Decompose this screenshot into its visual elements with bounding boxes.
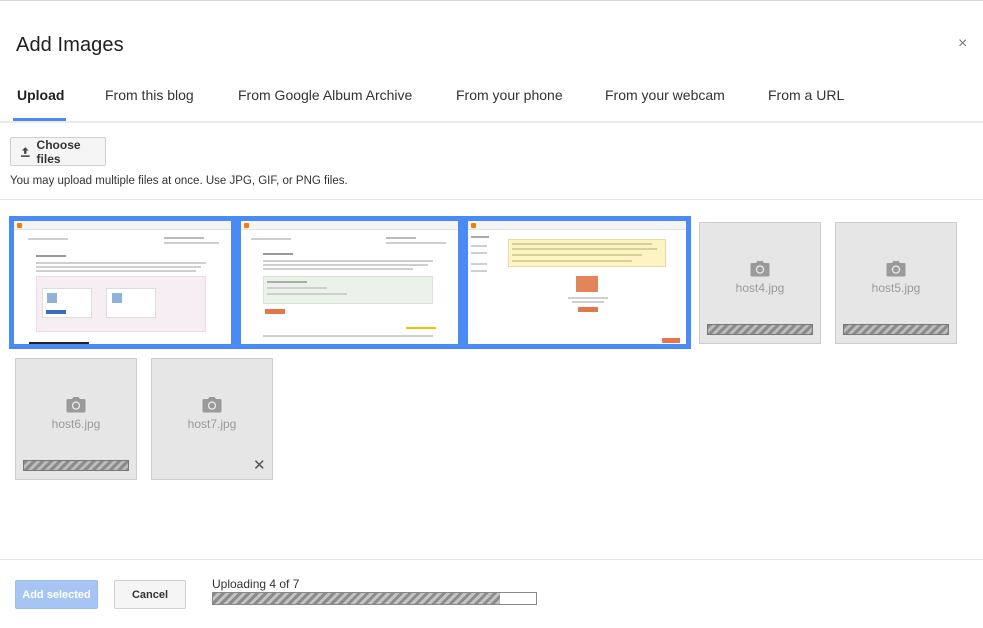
camera-icon: [886, 261, 906, 277]
image-filename: host7.jpg: [187, 417, 237, 431]
remove-icon[interactable]: ✕: [253, 458, 266, 473]
tabs-divider: [0, 121, 983, 123]
tab-from-your-webcam[interactable]: From your webcam: [605, 87, 725, 103]
image-filename: host6.jpg: [51, 417, 101, 431]
cancel-button[interactable]: Cancel: [114, 580, 186, 609]
add-selected-button[interactable]: Add selected: [15, 580, 98, 609]
image-thumbnail-3[interactable]: [463, 216, 691, 349]
choose-files-label: Choose files: [36, 137, 81, 166]
upload-progress-fill: [213, 593, 501, 604]
screenshot-preview: [241, 221, 458, 344]
camera-icon: [202, 397, 222, 413]
tile-progress-bar: [23, 460, 129, 471]
image-tile-host5[interactable]: host5.jpg: [835, 222, 957, 344]
close-icon[interactable]: ×: [958, 36, 967, 52]
tab-from-google-album-archive[interactable]: From Google Album Archive: [238, 87, 412, 103]
top-border: [0, 0, 983, 1]
choose-files-button[interactable]: Choose files: [10, 137, 106, 166]
tab-from-your-phone[interactable]: From your phone: [456, 87, 563, 103]
section-divider: [0, 199, 983, 200]
tab-bar: Upload From this blog From Google Album …: [0, 78, 983, 122]
footer-divider: [0, 559, 983, 560]
image-tile-host6[interactable]: host6.jpg: [15, 358, 137, 480]
screenshot-preview: [468, 221, 686, 344]
image-thumbnail-2[interactable]: [236, 216, 463, 349]
image-filename: host4.jpg: [735, 281, 785, 295]
tile-progress-bar: [707, 324, 813, 335]
image-filename: host5.jpg: [871, 281, 921, 295]
camera-icon: [750, 261, 770, 277]
tab-upload[interactable]: Upload: [17, 87, 64, 103]
upload-hint: You may upload multiple files at once. U…: [10, 175, 348, 187]
camera-icon: [66, 397, 86, 413]
tile-progress-bar: [843, 324, 949, 335]
upload-status: Uploading 4 of 7: [212, 577, 300, 591]
tab-from-a-url[interactable]: From a URL: [768, 87, 844, 103]
screenshot-preview: [14, 221, 231, 344]
image-thumbnail-1[interactable]: [9, 216, 236, 349]
tab-from-this-blog[interactable]: From this blog: [105, 87, 194, 103]
upload-progress-bar: [212, 592, 537, 605]
upload-icon: [20, 146, 30, 157]
image-tile-host7[interactable]: host7.jpg ✕: [151, 358, 273, 480]
image-tile-host4[interactable]: host4.jpg: [699, 222, 821, 344]
dialog-title: Add Images: [16, 34, 124, 56]
